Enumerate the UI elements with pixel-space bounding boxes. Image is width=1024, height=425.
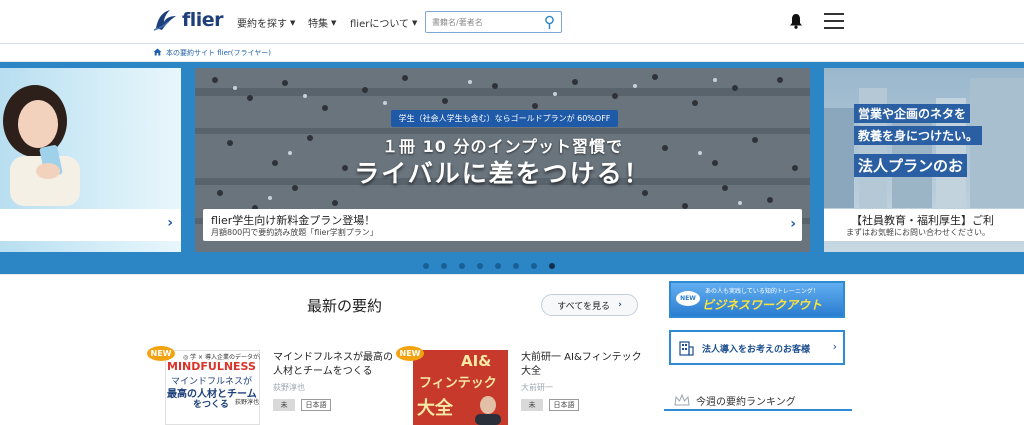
corporate-slide-line-3: 法人プランのお — [854, 154, 968, 177]
woman-with-phone-image — [3, 85, 80, 206]
breadcrumb-link[interactable]: 本の要約サイト flier(フライヤー) — [166, 48, 271, 58]
divider — [0, 274, 1024, 275]
carousel-dot[interactable] — [495, 263, 501, 269]
cover-line: フィンテック — [419, 376, 497, 391]
cover-title-en: MINDFULNESS — [167, 360, 256, 373]
book-title[interactable]: 大前研一 AI&フィンテック大全 — [521, 351, 646, 379]
nav-find-summaries[interactable]: 要約を探す ▼ — [237, 15, 296, 31]
search-box — [425, 11, 562, 33]
book-author[interactable]: 大前研一 — [521, 382, 553, 393]
flier-logo[interactable]: flier — [152, 8, 224, 32]
carousel-slide-active[interactable]: 学生（社会人学生も含む）ならゴールドプランが 60%OFF １冊 10 分のイン… — [195, 68, 810, 252]
home-icon[interactable] — [153, 48, 162, 58]
chevron-right-icon[interactable]: › — [167, 215, 173, 231]
caption-subtitle: まずはお気軽にお問い合わせください。 — [846, 228, 990, 237]
unread-tag: 未 — [273, 399, 295, 411]
nav-features[interactable]: 特集 ▼ — [308, 15, 337, 31]
corporate-slide-line-2: 教養を身につけたい。 — [854, 126, 983, 145]
breadcrumb-bar: 本の要約サイト flier(フライヤー) — [0, 45, 1024, 62]
author-photo — [475, 396, 501, 425]
see-all-label: すべてを見る — [557, 301, 611, 312]
cover-author: 荻野淳也 — [235, 399, 260, 406]
language-tag: 日本語 — [301, 399, 331, 411]
caret-down-icon: ▼ — [412, 18, 418, 27]
chevron-right-icon: › — [618, 300, 622, 310]
unread-tag: 未 — [521, 399, 543, 411]
new-badge: NEW — [676, 291, 700, 306]
carousel-pagination — [423, 263, 555, 269]
see-all-button[interactable]: すべてを見る › — [541, 294, 638, 316]
carousel-slide-prev[interactable]: › — [0, 68, 181, 252]
carousel-dot[interactable] — [459, 263, 465, 269]
corporate-inquiry-label: 法人導入をお考えのお客様 — [702, 345, 811, 355]
carousel-dot[interactable] — [549, 263, 555, 269]
prev-slide-caption: › — [0, 209, 181, 241]
caret-down-icon: ▼ — [290, 18, 296, 27]
corporate-inquiry-banner[interactable]: 法人導入をお考えのお客様 › — [669, 330, 845, 365]
book-author[interactable]: 荻野淳也 — [273, 382, 305, 393]
book-cover[interactable]: AI& フィンテック 大全 — [413, 350, 508, 425]
nav-label: 要約を探す — [237, 19, 287, 30]
nav-label: flierについて — [350, 19, 410, 30]
crown-icon — [674, 392, 690, 411]
cover-line: 大全 — [417, 398, 453, 419]
student-discount-badge: 学生（社会人学生も含む）ならゴールドプランが 60%OFF — [391, 110, 618, 127]
caret-down-icon: ▼ — [331, 18, 337, 27]
cover-line: をつくる — [193, 400, 229, 410]
carousel-slide-next[interactable]: 営業や企画のネタを 教養を身につけたい。 法人プランのお 【社員教育・福利厚生】… — [824, 68, 1024, 252]
search-icon[interactable] — [544, 15, 555, 34]
next-slide-caption: 【社員教育・福利厚生】ご利 まずはお気軽にお問い合わせください。 — [824, 209, 1024, 241]
language-tag: 日本語 — [549, 399, 579, 411]
flier-logo-icon — [153, 10, 176, 31]
chevron-right-icon: › — [832, 340, 837, 353]
new-badge: NEW — [147, 346, 175, 361]
carousel-dot[interactable] — [477, 263, 483, 269]
caption-title: 【社員教育・福利厚生】ご利 — [851, 214, 994, 227]
book-cover[interactable]: ◎ 学 × 導入企業のデータが証明！ MINDFULNESS マインドフルネスが… — [165, 350, 260, 425]
building-icon — [678, 340, 694, 360]
chevron-right-icon[interactable]: › — [790, 216, 796, 232]
new-badge: NEW — [396, 346, 424, 361]
nav-about[interactable]: flierについて ▼ — [350, 15, 418, 31]
caption-title: flier学生向け新料金プラン登場！ — [211, 214, 376, 227]
nav-label: 特集 — [308, 19, 328, 30]
corporate-slide-line-1: 営業や企画のネタを — [854, 104, 971, 123]
cover-line: AI& — [461, 352, 492, 370]
carousel-dot[interactable] — [441, 263, 447, 269]
book-title[interactable]: マインドフルネスが最高の人材とチームをつくる — [273, 351, 393, 379]
site-header: flier 要約を探す ▼ 特集 ▼ flierについて ▼ — [0, 0, 1024, 44]
hero-carousel: › 学生（社会人学生も含む）ならゴールドプランが 60%OFF １冊 10 分の… — [0, 62, 1024, 274]
hamburger-menu-icon[interactable] — [824, 13, 844, 29]
hero-headline-2: ライバルに差をつける！ — [354, 159, 651, 188]
business-workout-banner[interactable]: NEW あの人も実践している知的トレーニング！ ビジネスワークアウト — [669, 281, 845, 318]
ranking-title: 今週の要約ランキング — [696, 397, 796, 408]
breadcrumb: 本の要約サイト flier(フライヤー) — [153, 48, 271, 58]
latest-summaries-heading: 最新の要約 — [307, 297, 383, 315]
search-input[interactable] — [432, 15, 542, 30]
caption-subtitle: 月額800円で要約読み放題「flier学割プラン」 — [211, 228, 378, 237]
weekly-ranking-header: 今週の要約ランキング — [664, 388, 852, 411]
carousel-dot[interactable] — [531, 263, 537, 269]
active-slide-caption[interactable]: flier学生向け新料金プラン登場！ 月額800円で要約読み放題「flier学割… — [203, 209, 802, 241]
logo-text: flier — [182, 9, 224, 31]
workout-tagline: あの人も実践している知的トレーニング！ — [705, 288, 819, 295]
workout-title: ビジネスワークアウト — [702, 298, 823, 312]
carousel-dot[interactable] — [423, 263, 429, 269]
bell-icon[interactable] — [789, 13, 803, 33]
carousel-dot[interactable] — [513, 263, 519, 269]
